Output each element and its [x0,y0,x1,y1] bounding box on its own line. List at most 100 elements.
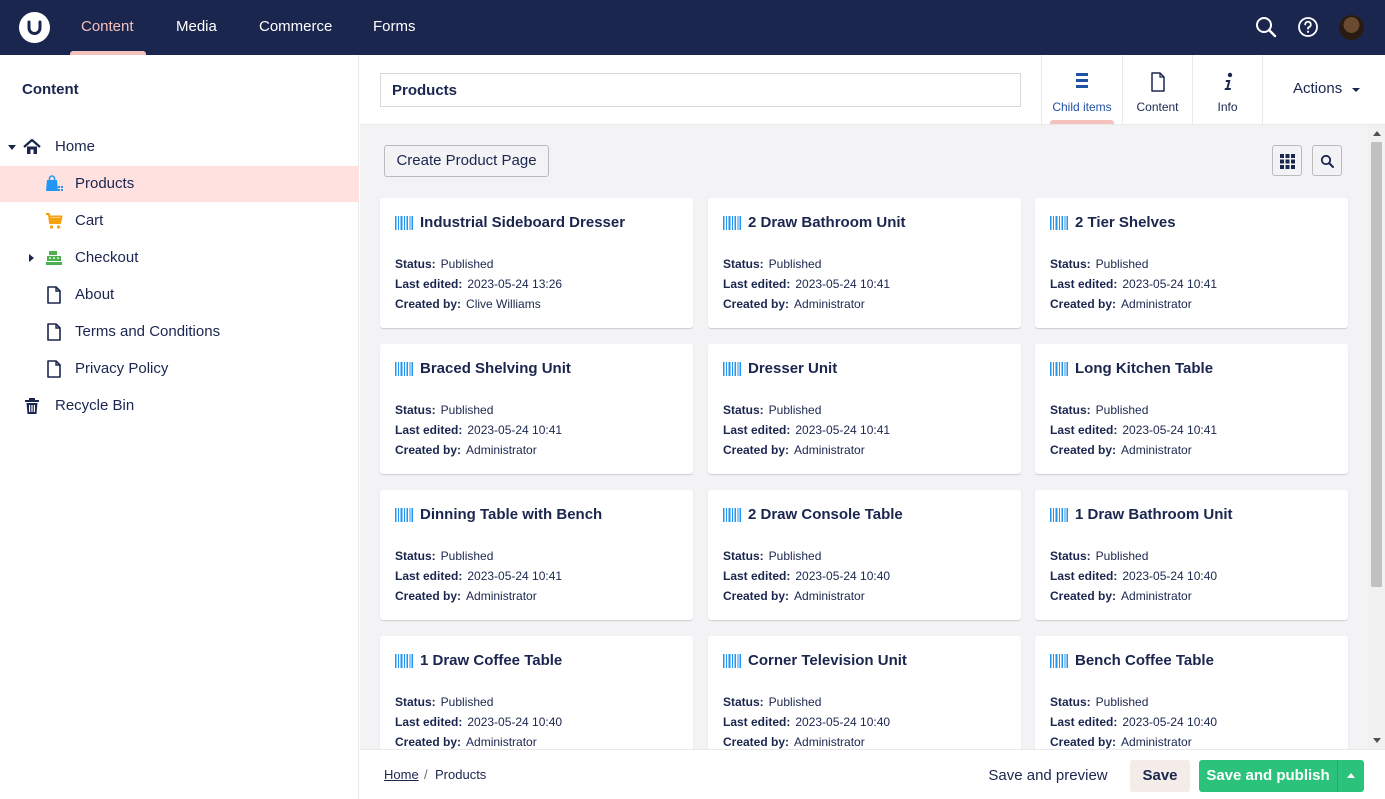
product-card[interactable]: Bench Coffee Table Status: Published Last e… [1035,636,1348,749]
card-last-edited-row: Last edited: 2023-05-24 10:41 [395,423,562,437]
created-by-value: Administrator [794,735,865,749]
save-and-preview-button[interactable]: Save and preview [980,760,1116,792]
nav-forms[interactable]: Forms [373,0,416,55]
card-title[interactable]: Corner Television Unit [748,652,907,669]
status-value: Published [768,403,822,417]
barcode-icon [723,362,741,376]
tree-item-checkout[interactable]: Checkout [0,240,359,276]
barcode-icon [395,654,413,668]
status-label: Status: [723,549,764,563]
status-value: Published [768,549,822,563]
tree-item-about[interactable]: About [0,277,359,313]
product-card[interactable]: 2 Draw Console Table Status: Published Last… [708,490,1021,620]
top-bar: Content Media Commerce Forms [0,0,1385,55]
product-card[interactable]: Long Kitchen Table Status: Published Last e… [1035,344,1348,474]
card-title[interactable]: 1 Draw Bathroom Unit [1075,506,1233,523]
grid-view-button[interactable] [1272,145,1302,176]
scrollbar[interactable] [1368,125,1385,749]
card-title[interactable]: 1 Draw Coffee Table [420,652,562,669]
product-card[interactable]: 2 Tier Shelves Status: Published Last edite… [1035,198,1348,328]
sidebar-title: Content [22,81,79,98]
card-status-row: Status: Published [723,695,821,709]
scroll-thumb[interactable] [1371,142,1382,587]
save-and-publish-button[interactable]: Save and publish [1199,760,1337,792]
created-by-value: Clive Williams [466,297,541,311]
last-edited-value: 2023-05-24 10:41 [1122,277,1218,291]
last-edited-value: 2023-05-24 13:26 [467,277,563,291]
expand-caret-icon[interactable] [29,254,34,262]
nav-commerce[interactable]: Commerce [259,0,332,55]
actions-dropdown[interactable]: Actions [1262,55,1385,125]
tree-item-label: Recycle Bin [55,397,135,414]
help-icon[interactable] [1296,15,1320,39]
tab-child-items[interactable]: Child items [1041,55,1122,125]
card-last-edited-row: Last edited: 2023-05-24 10:40 [1050,569,1217,583]
search-button[interactable] [1312,145,1342,176]
scroll-down-arrow-icon[interactable] [1373,738,1381,743]
nav-media[interactable]: Media [176,0,217,55]
editor-footer: Home / Products Save and preview Save Sa… [360,749,1385,799]
created-by-label: Created by: [395,735,462,749]
product-card[interactable]: Braced Shelving Unit Status: Published Last… [380,344,693,474]
tab-content[interactable]: Content [1122,55,1192,125]
card-title[interactable]: Industrial Sideboard Dresser [420,214,625,231]
product-card[interactable]: Industrial Sideboard Dresser Status: Publi… [380,198,693,328]
last-edited-label: Last edited: [1050,277,1118,291]
created-by-label: Created by: [723,443,790,457]
tree-item-cart[interactable]: Cart [0,203,359,239]
status-value: Published [440,695,494,709]
user-avatar[interactable] [1339,15,1364,40]
tree-item-terms[interactable]: Terms and Conditions [0,314,359,350]
save-button[interactable]: Save [1130,760,1190,792]
search-icon[interactable] [1254,15,1278,39]
breadcrumb-home-link[interactable]: Home [384,767,419,782]
card-title[interactable]: 2 Draw Bathroom Unit [748,214,906,231]
barcode-icon [723,654,741,668]
document-icon [45,323,63,341]
collapse-caret-icon[interactable] [8,145,16,150]
tree-item-products[interactable]: Products [0,166,359,202]
card-title[interactable]: 2 Tier Shelves [1075,214,1176,231]
product-card[interactable]: 1 Draw Bathroom Unit Status: Published Last… [1035,490,1348,620]
create-product-page-button[interactable]: Create Product Page [384,145,549,177]
tab-label: Info [1217,100,1238,114]
last-edited-value: 2023-05-24 10:41 [795,423,891,437]
product-card[interactable]: Corner Television Unit Status: Published La… [708,636,1021,749]
last-edited-value: 2023-05-24 10:40 [795,715,891,729]
product-card[interactable]: Dresser Unit Status: Published Last edited:… [708,344,1021,474]
card-last-edited-row: Last edited: 2023-05-24 10:41 [1050,277,1217,291]
card-created-by-row: Created by: Administrator [723,735,865,749]
card-title[interactable]: Braced Shelving Unit [420,360,571,377]
tree-item-label: Cart [75,212,104,229]
card-last-edited-row: Last edited: 2023-05-24 10:41 [723,277,890,291]
scroll-up-arrow-icon[interactable] [1373,131,1381,136]
product-card[interactable]: 2 Draw Bathroom Unit Status: Published Last… [708,198,1021,328]
status-label: Status: [395,403,436,417]
umbraco-logo-icon[interactable] [19,12,50,43]
card-title[interactable]: Dinning Table with Bench [420,506,602,523]
tab-info[interactable]: Info [1192,55,1262,125]
tree-item-home[interactable]: Home [0,129,359,165]
status-value: Published [768,695,822,709]
nav-content[interactable]: Content [81,0,134,55]
status-value: Published [1095,403,1149,417]
tree-item-label: Home [55,138,96,155]
tree-item-privacy[interactable]: Privacy Policy [0,351,359,387]
last-edited-value: 2023-05-24 10:41 [795,277,891,291]
card-created-by-row: Created by: Administrator [1050,297,1192,311]
node-name-input[interactable] [380,73,1021,107]
tree-item-recycle-bin[interactable]: Recycle Bin [0,388,359,424]
publish-options-button[interactable] [1337,760,1364,792]
created-by-label: Created by: [1050,443,1117,457]
barcode-icon [1050,216,1068,230]
card-title[interactable]: 2 Draw Console Table [748,506,903,523]
last-edited-label: Last edited: [1050,569,1118,583]
created-by-label: Created by: [1050,589,1117,603]
barcode-icon [1050,654,1068,668]
card-title[interactable]: Long Kitchen Table [1075,360,1213,377]
product-card[interactable]: 1 Draw Coffee Table Status: Published Last … [380,636,693,749]
card-title[interactable]: Dresser Unit [748,360,837,377]
product-card[interactable]: Dinning Table with Bench Status: Published… [380,490,693,620]
barcode-icon [1050,362,1068,376]
card-title[interactable]: Bench Coffee Table [1075,652,1214,669]
